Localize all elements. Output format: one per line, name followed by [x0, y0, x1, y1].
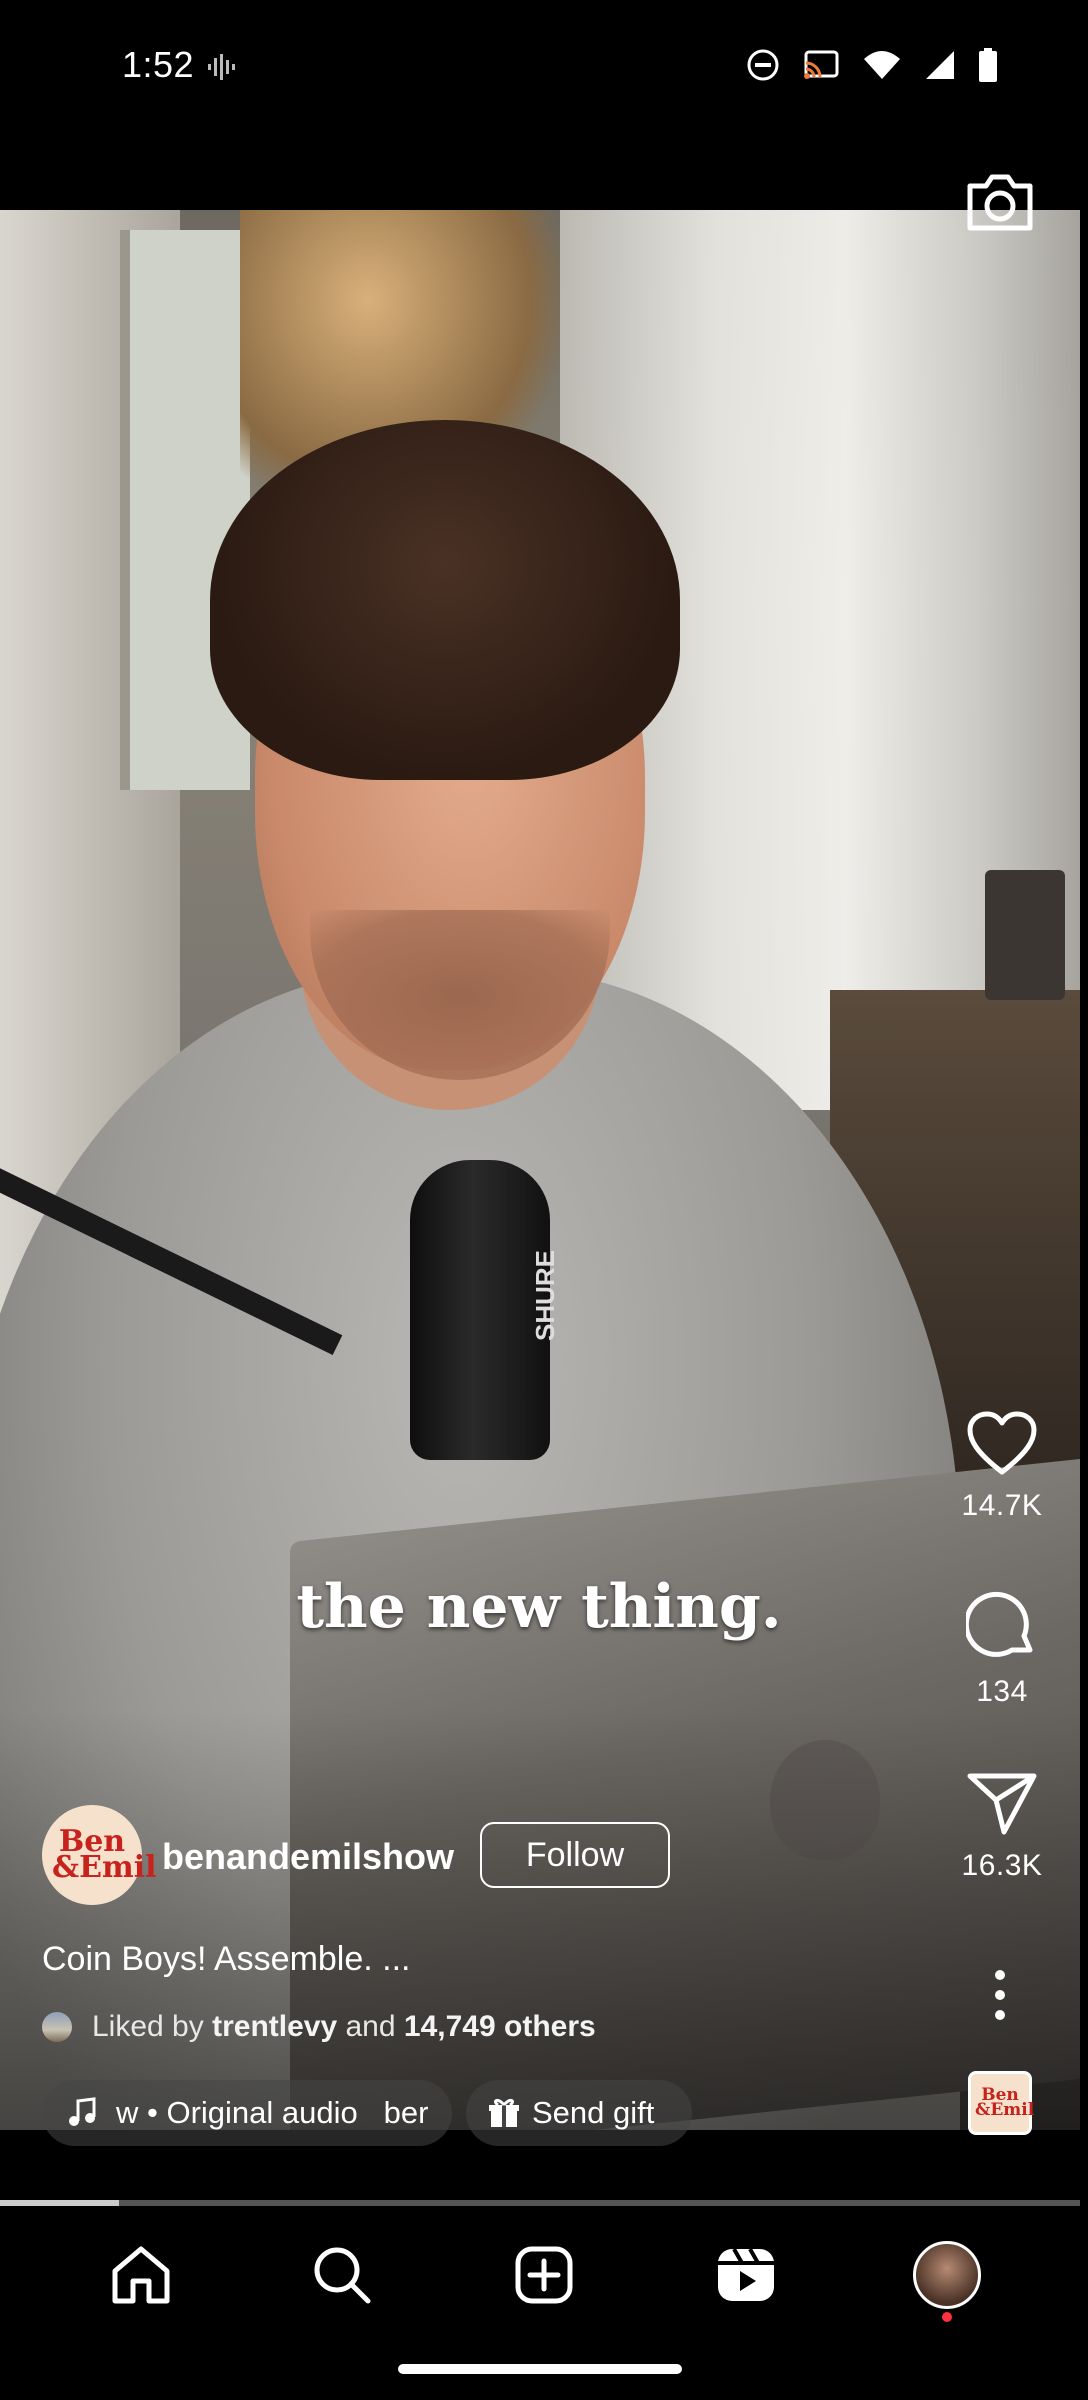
home-icon[interactable]	[109, 2243, 173, 2307]
comment-action[interactable]: 134	[940, 1590, 1064, 1709]
liked-by-mid: and	[345, 2010, 396, 2043]
do-not-disturb-icon	[747, 49, 779, 81]
like-action[interactable]: 14.7K	[940, 1410, 1064, 1523]
create-icon[interactable]	[512, 2243, 576, 2307]
share-count: 16.3K	[961, 1849, 1043, 1882]
audio-thumbnail[interactable]: Ben &Emil	[968, 2071, 1035, 2135]
video-progress-bar[interactable]	[0, 2200, 1080, 2206]
reels-icon[interactable]	[714, 2243, 778, 2307]
bottom-gradient	[0, 1710, 1080, 2130]
audio-thumb-logo: Ben &Emil	[975, 2085, 1035, 2120]
comment-icon[interactable]	[963, 1590, 1038, 1662]
person-hair	[210, 420, 680, 780]
more-options-icon[interactable]	[980, 1965, 1020, 2025]
cast-icon	[804, 50, 839, 79]
notification-dot	[942, 2312, 953, 2322]
battery-icon	[979, 48, 997, 82]
bottom-nav	[0, 2210, 1088, 2340]
send-gift-label: Send gift	[532, 2095, 655, 2130]
username[interactable]: benandemilshow	[162, 1836, 454, 1878]
gift-icon	[489, 2098, 519, 2127]
like-count: 14.7K	[961, 1489, 1043, 1522]
follow-button[interactable]: Follow	[480, 1822, 670, 1888]
send-icon[interactable]	[966, 1770, 1038, 1836]
heart-icon[interactable]	[966, 1410, 1038, 1476]
camera-icon[interactable]	[964, 170, 1036, 234]
microphone	[410, 1160, 550, 1460]
status-bar: 1:52	[0, 0, 1088, 135]
nav-create[interactable]	[489, 2220, 599, 2330]
status-time: 1:52	[122, 44, 195, 85]
nav-profile[interactable]	[892, 2220, 1002, 2330]
audio-pill[interactable]: w • Original audio ber	[42, 2080, 452, 2146]
mic-brand-label: SHURE	[530, 1249, 561, 1342]
liked-by-others[interactable]: 14,749 others	[404, 2010, 596, 2044]
home-indicator[interactable]	[398, 2364, 682, 2374]
profile-logo-text: Ben &Emil	[52, 1824, 157, 1885]
profile-avatar[interactable]: Ben &Emil	[42, 1805, 157, 1905]
nav-search[interactable]	[287, 2220, 397, 2330]
liked-by-prefix: Liked by	[92, 2010, 204, 2043]
video-progress-fill	[0, 2200, 119, 2206]
status-icons	[746, 48, 998, 82]
music-note-icon	[69, 2097, 96, 2126]
nav-home[interactable]	[86, 2220, 196, 2330]
reel-description[interactable]: Coin Boys! Assemble. ...	[42, 1940, 411, 1979]
liked-by-user[interactable]: trentlevy	[212, 2010, 337, 2044]
audio-label: w • Original audio ber	[116, 2095, 429, 2130]
search-icon[interactable]	[310, 2243, 374, 2307]
comment-count: 134	[976, 1675, 1028, 1708]
share-action[interactable]: 16.3K	[940, 1770, 1064, 1883]
nav-reels[interactable]	[691, 2220, 801, 2330]
caption-overlay: the new thing.	[296, 1572, 782, 1642]
send-gift-button[interactable]: Send gift	[466, 2080, 692, 2146]
liked-by-avatar	[42, 2012, 72, 2042]
liked-by-row[interactable]: Liked by trentlevy and 14,749 others	[42, 2010, 596, 2044]
background-speaker	[985, 870, 1065, 1000]
voice-recording-icon	[208, 54, 235, 80]
profile-avatar-icon[interactable]	[913, 2241, 982, 2309]
signal-icon	[926, 51, 954, 79]
wifi-icon	[864, 51, 900, 79]
